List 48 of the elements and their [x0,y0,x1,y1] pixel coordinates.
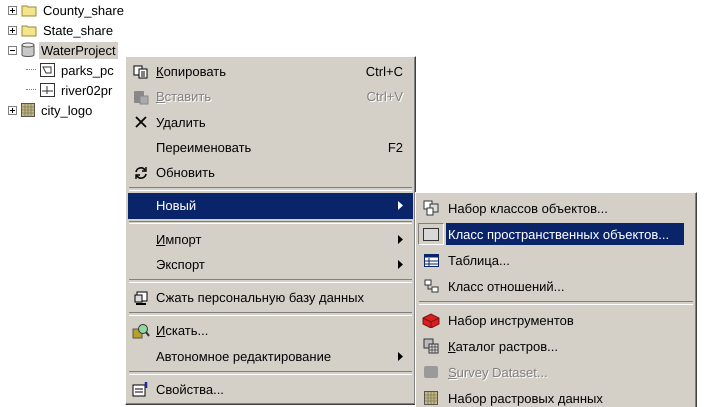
tree-item[interactable]: WaterProject [39,42,118,58]
menu-item[interactable]: Набор инструментов [418,307,694,333]
tree-item[interactable]: State_share [41,22,116,38]
tree-item[interactable]: river02pr [59,82,114,98]
polygon-icon [40,63,55,77]
grid-icon [424,391,438,405]
expander-icon[interactable] [8,46,17,54]
expander-icon[interactable] [8,26,17,34]
properties-icon [132,381,150,398]
menu-item[interactable]: Класс отношений... [418,273,694,299]
menu-item[interactable]: Обновить [128,160,413,186]
rounded-square-icon [423,365,439,379]
grid-icon [21,103,35,117]
menu-item[interactable]: Автономное редактирование [128,343,413,369]
expander-icon[interactable] [8,106,17,114]
menu-item[interactable]: Набор растровых данных [418,385,694,407]
menu-item[interactable]: Копировать Ctrl+C [128,59,413,84]
database-icon [21,42,35,58]
toolbox-icon [422,312,440,328]
search-icon [132,322,150,339]
menu-item[interactable]: Искать... [128,318,413,344]
menu-item[interactable]: Новый [128,193,413,219]
line-icon [40,83,55,97]
linked-boxes-icon [424,279,438,293]
table-icon [424,254,438,266]
refresh-icon [134,166,148,180]
menu-item[interactable]: Сжать персональную базу данных [128,284,413,310]
tree-item[interactable]: County_share [41,2,126,18]
menu-item[interactable]: Импорт [128,226,413,252]
menu-item[interactable]: Таблица... [418,247,694,273]
delete-icon [135,116,147,128]
folder-icon [21,23,37,37]
folder-icon [21,3,37,17]
rectangle-icon [423,228,439,240]
expander-icon[interactable] [8,6,17,14]
grid-stack-icon [423,338,439,354]
tree-item[interactable]: city_logo [39,102,94,118]
copy-icon [133,64,149,79]
menu-item[interactable]: Экспорт [128,252,413,277]
menu-item[interactable]: Набор классов объектов... [418,195,694,221]
tree-item[interactable]: parks_pc [59,62,116,78]
menu-item[interactable]: Переименовать F2 [128,134,413,160]
menu-item[interactable]: Удалить [128,110,413,135]
stacked-squares-icon [423,200,439,216]
computer-icon [134,290,148,305]
menu-item[interactable]: Свойства... [128,376,413,402]
menu-item[interactable]: Каталог растров... [418,333,694,359]
paste-icon [133,88,149,105]
